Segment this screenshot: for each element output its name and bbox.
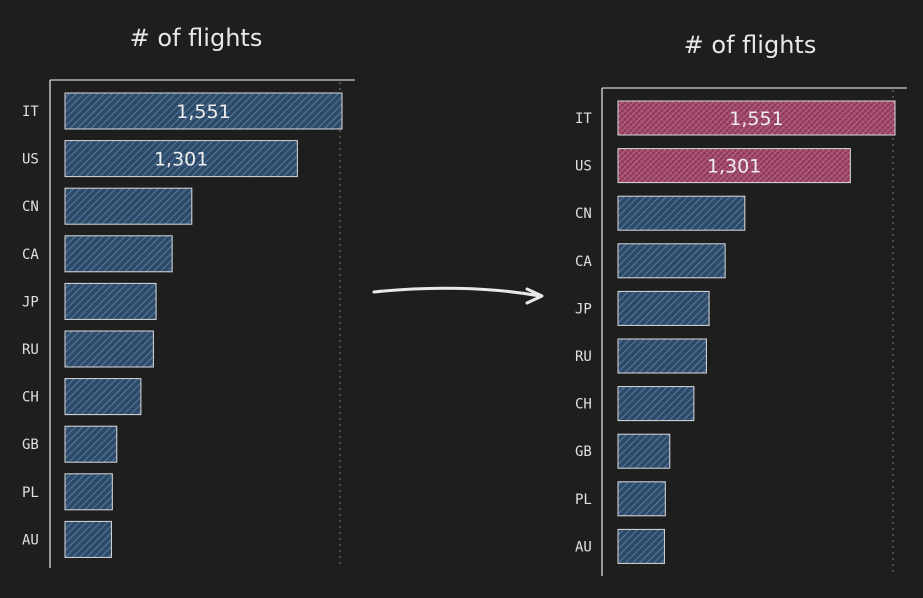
category-label-ca: CA — [575, 254, 592, 270]
category-label-gb: GB — [575, 444, 592, 460]
chart-comparison-canvas: # of flights IT 1,551 US 1,301 CN CA JP RU CH GB P… — [22, 24, 907, 576]
bar-cn — [64, 187, 193, 225]
bar-gb — [64, 425, 118, 463]
category-label-pl: PL — [575, 492, 592, 508]
bar-ch — [617, 386, 695, 422]
category-label-cn: CN — [22, 199, 39, 215]
bar-ca — [617, 243, 726, 279]
bar-ru — [617, 338, 707, 374]
value-label-us: 1,301 — [707, 156, 761, 178]
category-label-au: AU — [22, 532, 39, 548]
bar-pl — [64, 473, 113, 511]
category-label-ru: RU — [575, 349, 592, 365]
bar-ca — [64, 235, 173, 273]
bar-au — [64, 520, 112, 558]
category-label-it: IT — [575, 111, 592, 127]
bar-cn — [617, 195, 746, 231]
category-label-ch: CH — [22, 390, 39, 406]
transition-arrow-icon — [372, 286, 544, 305]
category-label-us: US — [575, 159, 592, 175]
category-label-ru: RU — [22, 342, 39, 358]
bar-gb — [617, 433, 671, 469]
category-label-cn: CN — [575, 206, 592, 222]
chart-before: # of flights IT 1,551 US 1,301 CN CA JP RU CH GB P… — [22, 24, 355, 568]
bars: IT 1,551 US 1,301 CN CA JP RU CH GB PL AU — [22, 92, 343, 558]
bar-au — [617, 528, 665, 564]
category-label-gb: GB — [22, 437, 39, 453]
chart-title: # of flights — [684, 31, 817, 59]
value-label-us: 1,301 — [154, 149, 208, 171]
bar-pl — [617, 481, 666, 517]
arrow-shaft — [372, 286, 542, 298]
value-label-it: 1,551 — [729, 108, 783, 130]
chart-after: # of flights IT 1,551 US 1,301 CN CA JP RU CH GB P… — [575, 31, 907, 576]
chart-title: # of flights — [130, 24, 263, 52]
category-label-au: AU — [575, 539, 592, 555]
category-label-us: US — [22, 152, 39, 168]
category-label-it: IT — [22, 104, 39, 120]
value-label-it: 1,551 — [176, 101, 230, 123]
bar-jp — [64, 282, 157, 320]
bar-jp — [617, 290, 710, 326]
category-label-pl: PL — [22, 485, 39, 501]
bars: IT 1,551 US 1,301 CN CA JP RU CH GB PL AU — [575, 100, 896, 564]
category-label-ch: CH — [575, 397, 592, 413]
bar-ch — [64, 378, 142, 416]
category-label-jp: JP — [22, 294, 39, 310]
category-label-ca: CA — [22, 247, 39, 263]
category-label-jp: JP — [575, 301, 592, 317]
bar-ru — [64, 330, 154, 368]
